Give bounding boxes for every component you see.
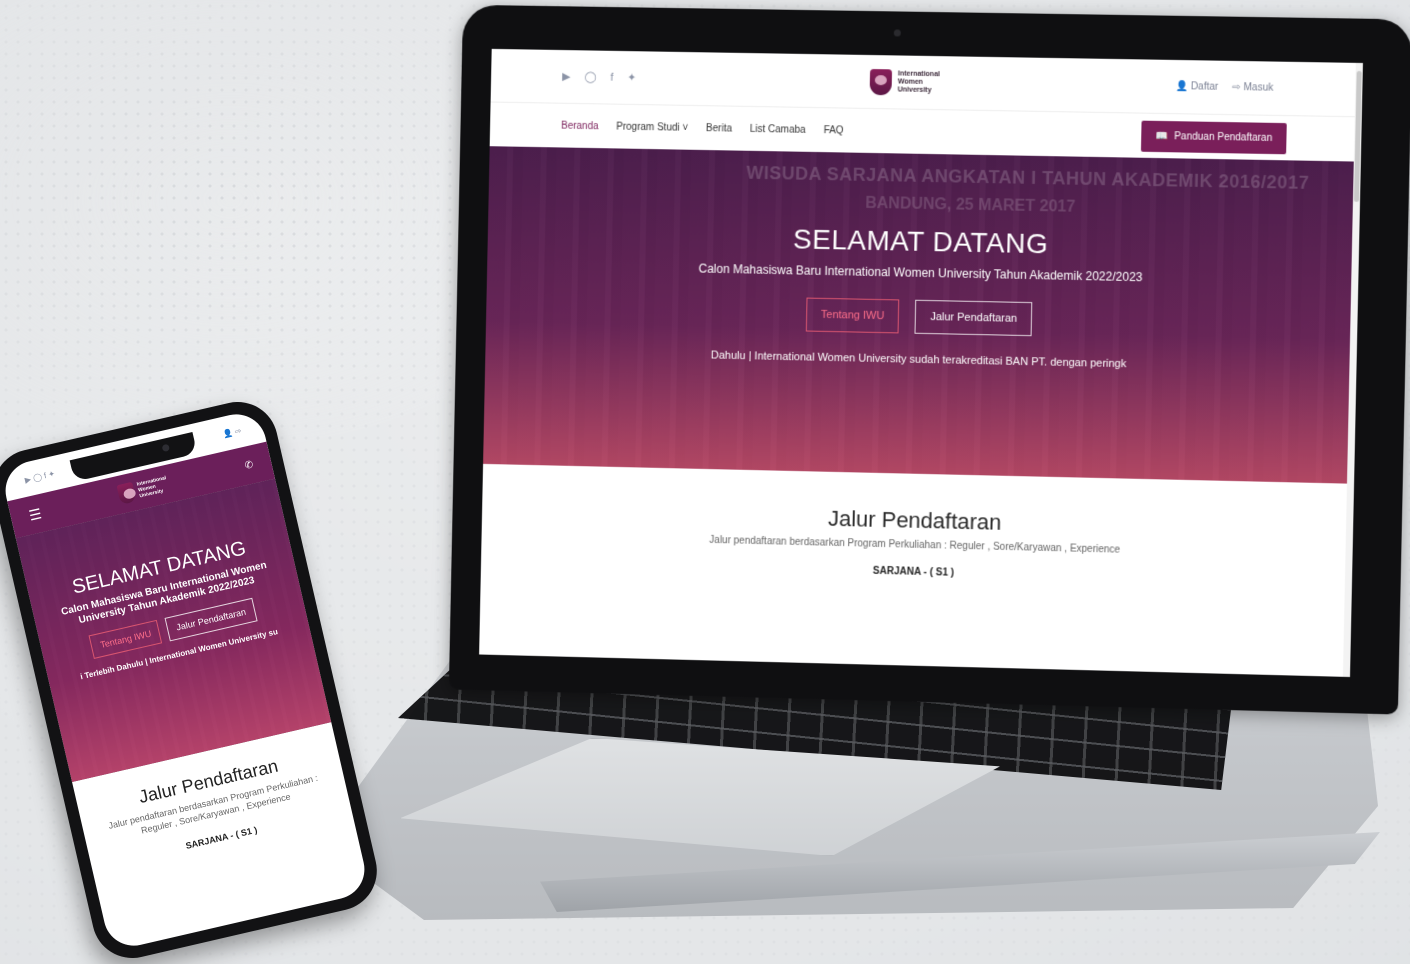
- laptop-screen: ▶ ◯ f ✦ International Women University 👤…: [479, 48, 1363, 678]
- chevron-down-icon: ˅: [682, 122, 689, 134]
- registration-path-button[interactable]: Jalur Pendaftaran: [914, 299, 1033, 337]
- instagram-icon[interactable]: ◯: [584, 70, 596, 83]
- guide-button-label: Panduan Pendaftaran: [1174, 130, 1273, 144]
- scrollbar-thumb[interactable]: [1353, 70, 1362, 202]
- guide-button[interactable]: 📖 Panduan Pendaftaran: [1141, 120, 1287, 154]
- nav-item-program-studi[interactable]: Program Studi ˅: [616, 121, 688, 133]
- register-label: Daftar: [1190, 81, 1219, 93]
- nav-item-beranda[interactable]: Beranda: [561, 120, 599, 132]
- phone-logo-text: International Women University: [136, 475, 167, 500]
- about-button[interactable]: Tentang IWU: [805, 297, 900, 334]
- auth-links: 👤 Daftar ⇨ Masuk: [1175, 81, 1273, 94]
- crest-icon: [869, 68, 893, 95]
- nav-item-faq[interactable]: FAQ: [823, 125, 843, 136]
- logo-text: International Women University: [897, 69, 940, 94]
- phone-site-logo[interactable]: International Women University: [116, 474, 170, 505]
- news-ticker: Dahulu | International Women University …: [710, 349, 1127, 371]
- program-level: SARJANA - ( S1 ): [872, 565, 955, 579]
- login-label: Masuk: [1243, 82, 1274, 94]
- social-links: ▶ ◯ f ✦: [562, 70, 636, 84]
- registration-section: Jalur Pendaftaran Jalur pendaftaran berd…: [481, 464, 1354, 589]
- user-icon[interactable]: 👤 ⇨: [222, 426, 242, 439]
- hero-backdrop-banner: WISUDA SARJANA ANGKATAN I TAHUN AKADEMIK…: [746, 162, 1310, 193]
- laptop-camera: [893, 29, 901, 37]
- hero-backdrop-banner-2: BANDUNG, 25 MARET 2017: [865, 194, 1076, 216]
- youtube-icon[interactable]: ▶: [562, 70, 571, 83]
- twitter-icon[interactable]: ✦: [627, 71, 636, 84]
- youtube-icon[interactable]: ▶ ◯ f ✦: [24, 469, 56, 485]
- hero-banner: WISUDA SARJANA ANGKATAN I TAHUN AKADEMIK…: [483, 146, 1361, 484]
- phone-about-button[interactable]: Tentang IWU: [88, 619, 163, 659]
- nav-item-program-studi-label: Program Studi: [616, 121, 680, 134]
- crest-icon: [116, 481, 137, 505]
- login-link[interactable]: ⇨ Masuk: [1232, 82, 1273, 94]
- nav-item-berita[interactable]: Berita: [706, 123, 732, 134]
- phone-call-icon[interactable]: ✆: [244, 459, 255, 472]
- register-link[interactable]: 👤 Daftar: [1175, 81, 1218, 93]
- site-logo[interactable]: International Women University: [869, 68, 940, 96]
- facebook-icon[interactable]: f: [610, 71, 613, 83]
- laptop-lid: ▶ ◯ f ✦ International Women University 👤…: [448, 4, 1410, 715]
- hamburger-menu-icon[interactable]: ☰: [27, 505, 43, 524]
- nav-item-list-camaba[interactable]: List Camaba: [750, 123, 806, 135]
- book-icon: 📖: [1155, 130, 1169, 142]
